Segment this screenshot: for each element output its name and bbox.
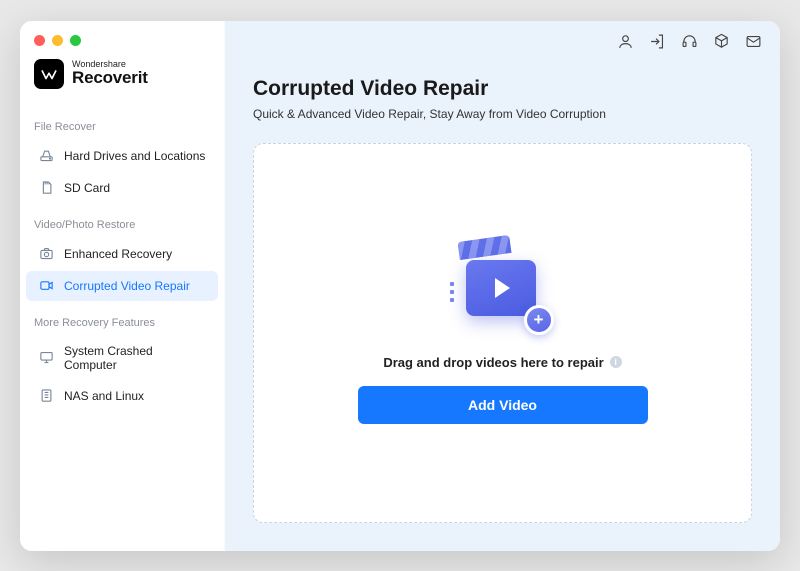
add-video-button[interactable]: Add Video <box>358 386 648 424</box>
sidebar-item-sd-card[interactable]: SD Card <box>26 173 218 203</box>
header-toolbar <box>616 33 762 51</box>
sidebar-item-system-crashed-computer[interactable]: System Crashed Computer <box>26 337 218 379</box>
video-icon <box>38 278 54 294</box>
login-icon[interactable] <box>648 33 666 51</box>
brand-logo-icon <box>34 59 64 89</box>
sidebar-section-title: File Recover <box>20 107 224 139</box>
sidebar-item-label: Hard Drives and Locations <box>64 149 205 163</box>
video-dropzone[interactable]: + Drag and drop videos here to repair i … <box>253 143 752 523</box>
drive-icon <box>38 148 54 164</box>
headset-icon[interactable] <box>680 33 698 51</box>
dropzone-label: Drag and drop videos here to repair i <box>383 355 621 370</box>
page-title: Corrupted Video Repair <box>253 77 752 101</box>
monitor-icon <box>38 350 54 366</box>
window-controls <box>34 35 81 46</box>
sidebar-item-label: Corrupted Video Repair <box>64 279 190 293</box>
brand-text-bottom: Recoverit <box>72 69 148 87</box>
sidebar-item-enhanced-recovery[interactable]: Enhanced Recovery <box>26 239 218 269</box>
app-window: Wondershare Recoverit File Recover Hard D… <box>20 21 780 551</box>
sidebar-item-label: Enhanced Recovery <box>64 247 172 261</box>
cube-icon[interactable] <box>712 33 730 51</box>
mail-icon[interactable] <box>744 33 762 51</box>
minimize-window-button[interactable] <box>52 35 63 46</box>
page-subtitle: Quick & Advanced Video Repair, Stay Away… <box>253 107 752 121</box>
sidebar-item-label: System Crashed Computer <box>64 344 206 372</box>
user-icon[interactable] <box>616 33 634 51</box>
sidebar-item-nas-and-linux[interactable]: NAS and Linux <box>26 381 218 411</box>
sidebar-item-label: SD Card <box>64 181 110 195</box>
close-window-button[interactable] <box>34 35 45 46</box>
sidebar-section-title: More Recovery Features <box>20 303 224 335</box>
sidebar-item-label: NAS and Linux <box>64 389 144 403</box>
main-panel: Corrupted Video Repair Quick & Advanced … <box>225 21 780 551</box>
sd-icon <box>38 180 54 196</box>
info-icon[interactable]: i <box>610 356 622 368</box>
sidebar-item-hard-drives-and-locations[interactable]: Hard Drives and Locations <box>26 141 218 171</box>
sidebar: Wondershare Recoverit File Recover Hard D… <box>20 21 225 551</box>
sidebar-item-corrupted-video-repair[interactable]: Corrupted Video Repair <box>26 271 218 301</box>
camera-icon <box>38 246 54 262</box>
maximize-window-button[interactable] <box>70 35 81 46</box>
dropzone-text: Drag and drop videos here to repair <box>383 355 603 370</box>
nas-icon <box>38 388 54 404</box>
sidebar-section-title: Video/Photo Restore <box>20 205 224 237</box>
sidebar-nav: File Recover Hard Drives and Locations SD … <box>20 107 224 411</box>
video-repair-illustration-icon: + <box>448 242 558 337</box>
brand: Wondershare Recoverit <box>20 59 224 107</box>
